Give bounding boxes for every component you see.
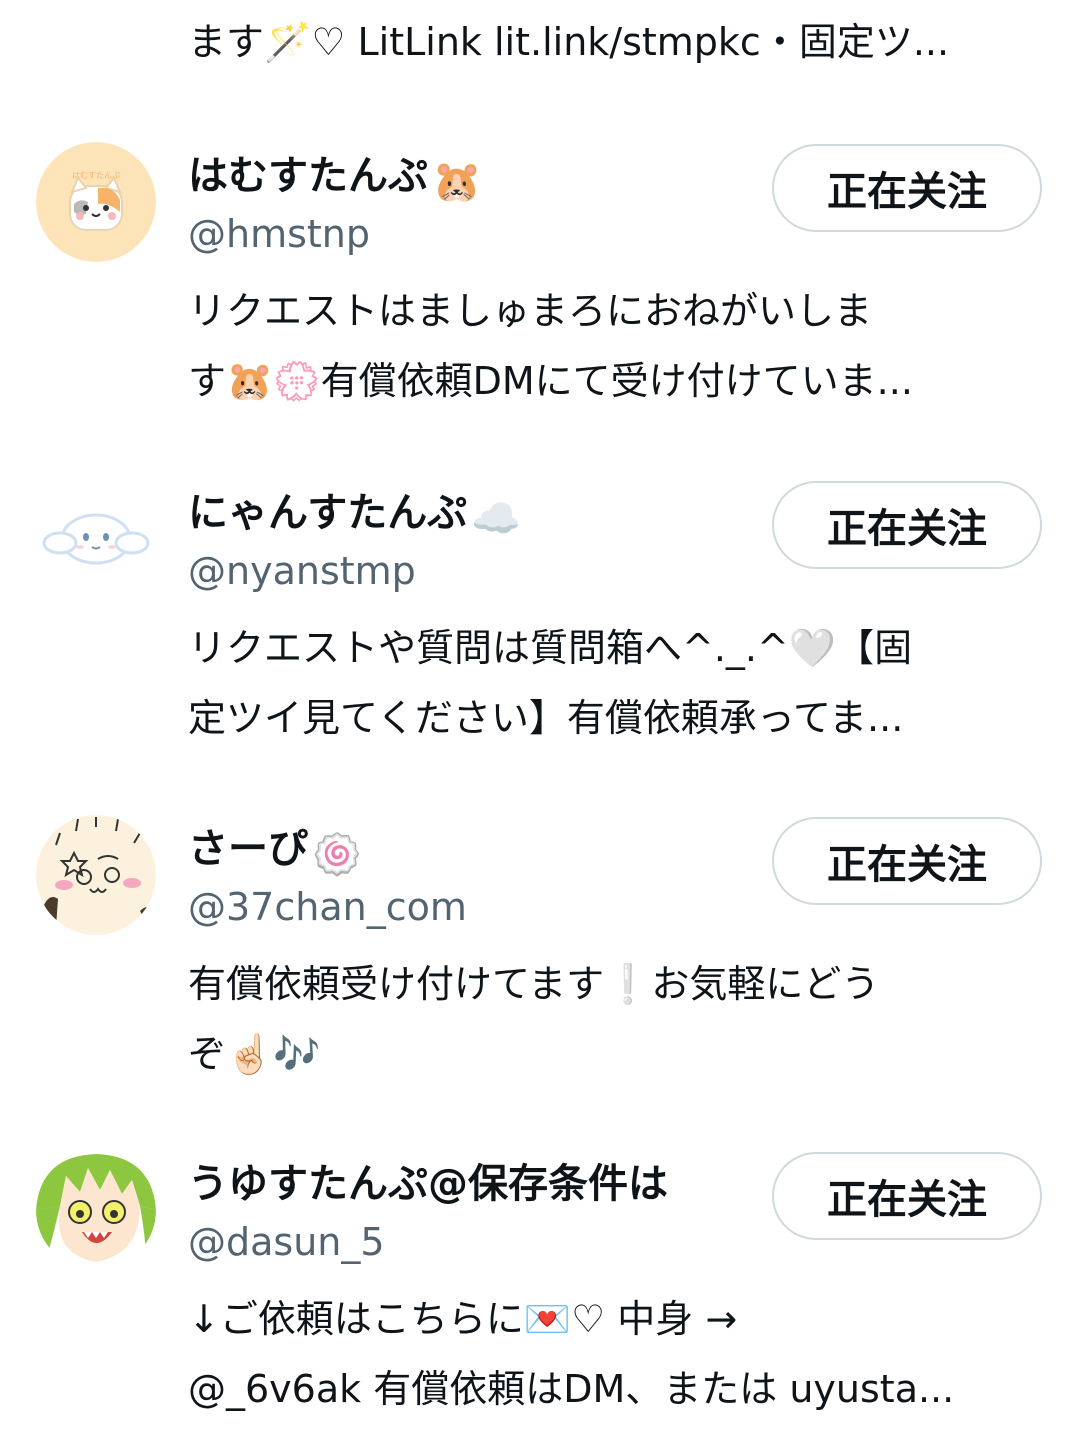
user-row-hmstnp[interactable]: はむすたんぷ はむすたんぷ 🐹 @hmstnp 正在关注 リクエストはましゅまろに…	[0, 142, 1080, 442]
cloud-icon: ☁️	[471, 496, 522, 542]
user-bio: 有償依頼受け付けてます❕お気軽にどう ぞ☝🏻🎶	[188, 949, 1038, 1089]
previous-user-bio: ます🪄♡ LitLink lit.link/stmpkc・固定ツ...	[188, 14, 1038, 70]
bio-line: 定ツイ見てください】有償依頼承ってま...	[188, 696, 904, 740]
user-name[interactable]: うゆすたんぷ@保存条件は	[188, 1154, 748, 1214]
green-hair-character-avatar-icon[interactable]	[36, 1150, 156, 1270]
user-name[interactable]: はむすたんぷ 🐹	[188, 146, 748, 212]
following-button[interactable]: 正在关注	[772, 481, 1042, 569]
bio-line: ぞ☝🏻🎶	[188, 1032, 321, 1076]
user-handle[interactable]: @dasun_5	[188, 1214, 385, 1270]
white-dog-avatar-icon[interactable]	[36, 479, 156, 599]
user-row-nyanstmp[interactable]: にゃんすたんぷ ☁️ @nyanstmp 正在关注 リクエストや質問は質問箱へ^.…	[0, 479, 1080, 779]
user-bio: ↓ご依頼はこちらに💌♡ 中身 → @_6v6ak 有償依頼はDM、または uyu…	[188, 1284, 1038, 1424]
bio-line: 有償依頼受け付けてます❕お気軽にどう	[188, 962, 880, 1006]
user-row-37chan[interactable]: さーぴ 🍥 @37chan_com 正在关注 有償依頼受け付けてます❕お気軽にどう…	[0, 815, 1080, 1115]
user-name-text: うゆすたんぷ@保存条件は	[188, 1161, 668, 1207]
user-name[interactable]: にゃんすたんぷ ☁️	[188, 483, 748, 549]
bio-line: す🐹💮有償依頼DMにて受け付けていま...	[188, 359, 913, 403]
user-name-text: はむすたんぷ	[188, 153, 428, 199]
fish-cake-icon: 🍥	[312, 832, 362, 878]
user-handle[interactable]: @hmstnp	[188, 206, 370, 262]
bio-line: ↓ご依頼はこちらに💌♡ 中身 →	[188, 1297, 738, 1341]
hamster-avatar-icon[interactable]: はむすたんぷ	[36, 142, 156, 262]
following-button[interactable]: 正在关注	[772, 817, 1042, 905]
user-bio: リクエストはましゅまろにおねがいしま す🐹💮有償依頼DMにて受け付けていま...	[188, 276, 1038, 416]
user-bio: リクエストや質問は質問箱へ^._.^🤍【固 定ツイ見てください】有償依頼承ってま…	[188, 613, 1038, 753]
hamster-icon: 🐹	[432, 159, 482, 205]
user-name-text: さーぴ	[188, 826, 308, 872]
following-button[interactable]: 正在关注	[772, 1152, 1042, 1240]
following-button[interactable]: 正在关注	[772, 144, 1042, 232]
bio-line: @_6v6ak 有償依頼はDM、または uyusta...	[188, 1367, 955, 1411]
user-row-dasun5[interactable]: うゆすたんぷ@保存条件は @dasun_5 正在关注 ↓ご依頼はこちらに💌♡ 中…	[0, 1150, 1080, 1450]
bio-line: リクエストや質問は質問箱へ^._.^🤍【固	[188, 626, 913, 670]
user-handle[interactable]: @37chan_com	[188, 879, 467, 935]
user-name-text: にゃんすたんぷ	[188, 490, 468, 536]
bio-line: リクエストはましゅまろにおねがいしま	[188, 289, 873, 333]
user-name[interactable]: さーぴ 🍥	[188, 819, 748, 885]
user-handle[interactable]: @nyanstmp	[188, 543, 416, 599]
bio-text: ます🪄♡ LitLink lit.link/stmpkc・固定ツ...	[188, 20, 950, 64]
cartoon-face-avatar-icon[interactable]	[36, 815, 156, 935]
